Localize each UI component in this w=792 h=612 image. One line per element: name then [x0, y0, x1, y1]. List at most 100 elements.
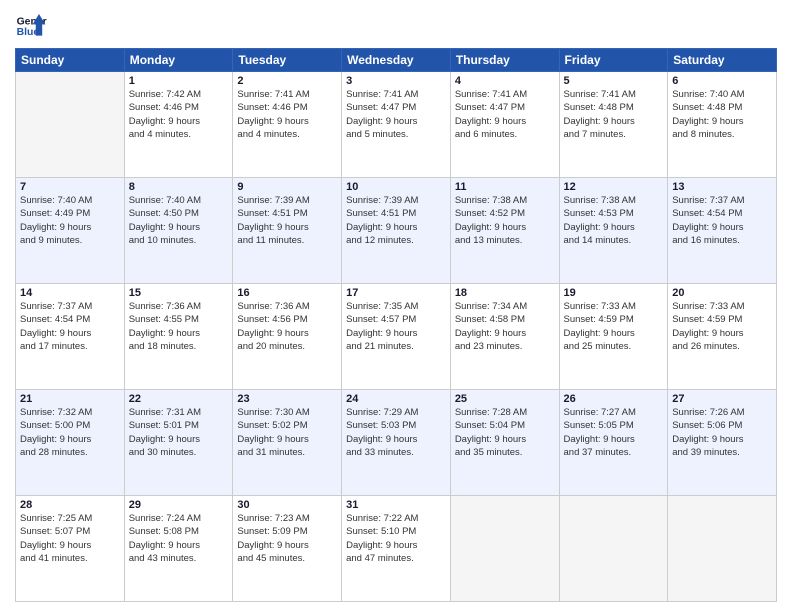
day-number: 29	[129, 499, 229, 511]
day-info: Sunrise: 7:33 AM Sunset: 4:59 PM Dayligh…	[564, 300, 664, 353]
day-number: 6	[672, 75, 772, 87]
day-info: Sunrise: 7:26 AM Sunset: 5:06 PM Dayligh…	[672, 406, 772, 459]
day-info: Sunrise: 7:37 AM Sunset: 4:54 PM Dayligh…	[672, 194, 772, 247]
day-info: Sunrise: 7:32 AM Sunset: 5:00 PM Dayligh…	[20, 406, 120, 459]
calendar-cell: 18Sunrise: 7:34 AM Sunset: 4:58 PM Dayli…	[450, 284, 559, 390]
day-number: 15	[129, 287, 229, 299]
weekday-header-tuesday: Tuesday	[233, 49, 342, 72]
calendar-cell: 2Sunrise: 7:41 AM Sunset: 4:46 PM Daylig…	[233, 72, 342, 178]
day-info: Sunrise: 7:37 AM Sunset: 4:54 PM Dayligh…	[20, 300, 120, 353]
calendar-cell: 27Sunrise: 7:26 AM Sunset: 5:06 PM Dayli…	[668, 390, 777, 496]
day-info: Sunrise: 7:36 AM Sunset: 4:56 PM Dayligh…	[237, 300, 337, 353]
day-info: Sunrise: 7:38 AM Sunset: 4:53 PM Dayligh…	[564, 194, 664, 247]
header: General Blue	[15, 10, 777, 42]
calendar-cell: 6Sunrise: 7:40 AM Sunset: 4:48 PM Daylig…	[668, 72, 777, 178]
day-number: 17	[346, 287, 446, 299]
day-number: 26	[564, 393, 664, 405]
logo: General Blue	[15, 10, 47, 42]
day-info: Sunrise: 7:24 AM Sunset: 5:08 PM Dayligh…	[129, 512, 229, 565]
day-info: Sunrise: 7:39 AM Sunset: 4:51 PM Dayligh…	[237, 194, 337, 247]
day-number: 11	[455, 181, 555, 193]
day-info: Sunrise: 7:36 AM Sunset: 4:55 PM Dayligh…	[129, 300, 229, 353]
day-info: Sunrise: 7:35 AM Sunset: 4:57 PM Dayligh…	[346, 300, 446, 353]
calendar-cell: 22Sunrise: 7:31 AM Sunset: 5:01 PM Dayli…	[124, 390, 233, 496]
calendar-cell	[668, 496, 777, 602]
logo-icon: General Blue	[15, 10, 47, 42]
day-number: 1	[129, 75, 229, 87]
day-number: 3	[346, 75, 446, 87]
calendar-cell: 10Sunrise: 7:39 AM Sunset: 4:51 PM Dayli…	[342, 178, 451, 284]
day-number: 7	[20, 181, 120, 193]
calendar-cell: 21Sunrise: 7:32 AM Sunset: 5:00 PM Dayli…	[16, 390, 125, 496]
week-row-1: 1Sunrise: 7:42 AM Sunset: 4:46 PM Daylig…	[16, 72, 777, 178]
calendar-cell: 29Sunrise: 7:24 AM Sunset: 5:08 PM Dayli…	[124, 496, 233, 602]
day-number: 12	[564, 181, 664, 193]
weekday-header-saturday: Saturday	[668, 49, 777, 72]
calendar-cell: 5Sunrise: 7:41 AM Sunset: 4:48 PM Daylig…	[559, 72, 668, 178]
day-number: 20	[672, 287, 772, 299]
weekday-header-monday: Monday	[124, 49, 233, 72]
day-number: 9	[237, 181, 337, 193]
day-number: 23	[237, 393, 337, 405]
day-info: Sunrise: 7:41 AM Sunset: 4:46 PM Dayligh…	[237, 88, 337, 141]
calendar-cell: 24Sunrise: 7:29 AM Sunset: 5:03 PM Dayli…	[342, 390, 451, 496]
calendar-cell: 7Sunrise: 7:40 AM Sunset: 4:49 PM Daylig…	[16, 178, 125, 284]
day-info: Sunrise: 7:30 AM Sunset: 5:02 PM Dayligh…	[237, 406, 337, 459]
weekday-header-thursday: Thursday	[450, 49, 559, 72]
day-number: 10	[346, 181, 446, 193]
day-info: Sunrise: 7:25 AM Sunset: 5:07 PM Dayligh…	[20, 512, 120, 565]
day-number: 18	[455, 287, 555, 299]
day-number: 31	[346, 499, 446, 511]
day-info: Sunrise: 7:33 AM Sunset: 4:59 PM Dayligh…	[672, 300, 772, 353]
day-number: 2	[237, 75, 337, 87]
day-number: 22	[129, 393, 229, 405]
day-info: Sunrise: 7:40 AM Sunset: 4:48 PM Dayligh…	[672, 88, 772, 141]
day-info: Sunrise: 7:41 AM Sunset: 4:47 PM Dayligh…	[346, 88, 446, 141]
day-number: 4	[455, 75, 555, 87]
calendar-cell: 28Sunrise: 7:25 AM Sunset: 5:07 PM Dayli…	[16, 496, 125, 602]
weekday-header-sunday: Sunday	[16, 49, 125, 72]
weekday-header-row: SundayMondayTuesdayWednesdayThursdayFrid…	[16, 49, 777, 72]
day-number: 21	[20, 393, 120, 405]
calendar-cell: 31Sunrise: 7:22 AM Sunset: 5:10 PM Dayli…	[342, 496, 451, 602]
calendar-cell: 19Sunrise: 7:33 AM Sunset: 4:59 PM Dayli…	[559, 284, 668, 390]
day-number: 8	[129, 181, 229, 193]
day-info: Sunrise: 7:27 AM Sunset: 5:05 PM Dayligh…	[564, 406, 664, 459]
calendar-cell: 9Sunrise: 7:39 AM Sunset: 4:51 PM Daylig…	[233, 178, 342, 284]
calendar-cell: 1Sunrise: 7:42 AM Sunset: 4:46 PM Daylig…	[124, 72, 233, 178]
week-row-4: 21Sunrise: 7:32 AM Sunset: 5:00 PM Dayli…	[16, 390, 777, 496]
calendar-cell	[16, 72, 125, 178]
day-info: Sunrise: 7:41 AM Sunset: 4:48 PM Dayligh…	[564, 88, 664, 141]
day-info: Sunrise: 7:22 AM Sunset: 5:10 PM Dayligh…	[346, 512, 446, 565]
calendar-cell: 13Sunrise: 7:37 AM Sunset: 4:54 PM Dayli…	[668, 178, 777, 284]
day-number: 30	[237, 499, 337, 511]
calendar-cell: 17Sunrise: 7:35 AM Sunset: 4:57 PM Dayli…	[342, 284, 451, 390]
weekday-header-wednesday: Wednesday	[342, 49, 451, 72]
calendar-cell: 8Sunrise: 7:40 AM Sunset: 4:50 PM Daylig…	[124, 178, 233, 284]
day-info: Sunrise: 7:31 AM Sunset: 5:01 PM Dayligh…	[129, 406, 229, 459]
calendar-cell: 14Sunrise: 7:37 AM Sunset: 4:54 PM Dayli…	[16, 284, 125, 390]
day-number: 27	[672, 393, 772, 405]
calendar-cell: 25Sunrise: 7:28 AM Sunset: 5:04 PM Dayli…	[450, 390, 559, 496]
calendar-cell	[450, 496, 559, 602]
calendar-cell: 3Sunrise: 7:41 AM Sunset: 4:47 PM Daylig…	[342, 72, 451, 178]
day-info: Sunrise: 7:42 AM Sunset: 4:46 PM Dayligh…	[129, 88, 229, 141]
day-number: 24	[346, 393, 446, 405]
day-info: Sunrise: 7:40 AM Sunset: 4:50 PM Dayligh…	[129, 194, 229, 247]
day-number: 25	[455, 393, 555, 405]
calendar-cell: 20Sunrise: 7:33 AM Sunset: 4:59 PM Dayli…	[668, 284, 777, 390]
calendar-cell	[559, 496, 668, 602]
weekday-header-friday: Friday	[559, 49, 668, 72]
calendar-cell: 23Sunrise: 7:30 AM Sunset: 5:02 PM Dayli…	[233, 390, 342, 496]
day-info: Sunrise: 7:41 AM Sunset: 4:47 PM Dayligh…	[455, 88, 555, 141]
day-info: Sunrise: 7:29 AM Sunset: 5:03 PM Dayligh…	[346, 406, 446, 459]
day-number: 13	[672, 181, 772, 193]
calendar-cell: 26Sunrise: 7:27 AM Sunset: 5:05 PM Dayli…	[559, 390, 668, 496]
day-info: Sunrise: 7:39 AM Sunset: 4:51 PM Dayligh…	[346, 194, 446, 247]
day-number: 5	[564, 75, 664, 87]
calendar-cell: 15Sunrise: 7:36 AM Sunset: 4:55 PM Dayli…	[124, 284, 233, 390]
calendar-cell: 11Sunrise: 7:38 AM Sunset: 4:52 PM Dayli…	[450, 178, 559, 284]
calendar-cell: 4Sunrise: 7:41 AM Sunset: 4:47 PM Daylig…	[450, 72, 559, 178]
calendar-table: SundayMondayTuesdayWednesdayThursdayFrid…	[15, 48, 777, 602]
day-info: Sunrise: 7:23 AM Sunset: 5:09 PM Dayligh…	[237, 512, 337, 565]
